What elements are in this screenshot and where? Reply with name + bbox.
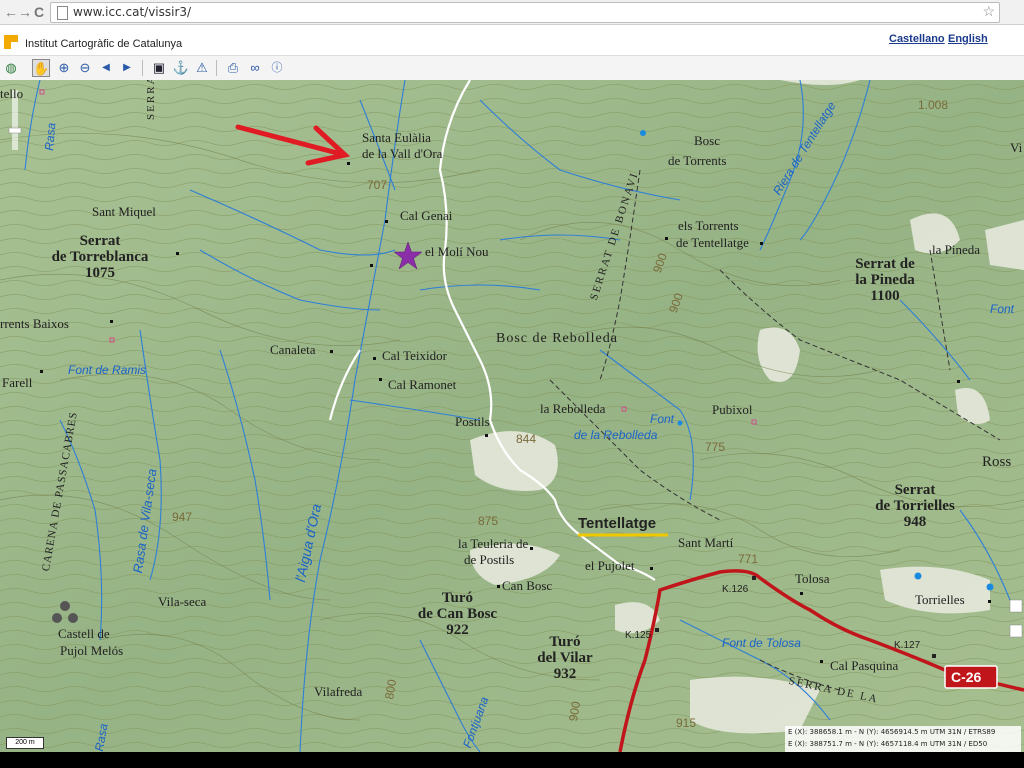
label-santa-eulalia-2: de la Vall d'Ora xyxy=(362,146,443,161)
label-farell: Farell xyxy=(2,375,33,390)
label-font-rebolleda-1: Font xyxy=(650,412,675,426)
coordinates-readout: E (X): 388658.1 m - N (Y): 4656914.5 m U… xyxy=(785,726,1021,752)
label-rasa-top: Rasa xyxy=(42,122,59,152)
label-tolosa: Tolosa xyxy=(795,571,830,586)
label-la-pineda: la Pineda xyxy=(932,242,981,257)
bookmark-star-icon[interactable]: ☆ xyxy=(982,3,995,20)
alt-947: 947 xyxy=(172,510,193,524)
label-turo-can-bosc: Turó de Can Bosc 922 xyxy=(417,590,498,638)
label-tello: tello xyxy=(0,86,24,101)
bottom-bar xyxy=(0,752,1024,768)
link-icon[interactable]: ∞ xyxy=(246,59,264,77)
alt-775: 775 xyxy=(705,440,726,454)
label-la-teuleria: la Teuleria de xyxy=(458,536,529,551)
help-icon[interactable]: ⓘ xyxy=(268,59,286,77)
arrow-right-icon[interactable]: ▶ xyxy=(118,59,136,77)
url-text: www.icc.cat/vissir3/ xyxy=(73,5,192,19)
address-bar[interactable]: www.icc.cat/vissir3/ ☆ xyxy=(50,2,1000,23)
alt-875: 875 xyxy=(478,514,499,528)
label-la-teuleria-2: de Postils xyxy=(464,552,515,567)
label-k125: K.125 xyxy=(625,630,652,641)
icc-logo xyxy=(4,35,18,49)
label-cal-teixidor: Cal Teixidor xyxy=(382,348,447,363)
print-icon[interactable]: ⎙ xyxy=(224,59,242,77)
lang-castellano-link[interactable]: Castellano xyxy=(889,33,945,45)
arrow-left-icon[interactable]: ◀ xyxy=(97,59,115,77)
label-bosc-torrents-2: de Torrents xyxy=(668,153,727,168)
label-tentellatge: Tentellatge xyxy=(578,515,657,532)
alt-707: 707 xyxy=(367,178,388,192)
coords-etrs89: E (X): 388658.1 m - N (Y): 4656914.5 m U… xyxy=(788,728,996,736)
label-el-pujolet: el Pujolet xyxy=(585,558,635,573)
alt-1008: 1.008 xyxy=(918,98,949,112)
label-turo-vilar: Turó del Vilar 932 xyxy=(537,634,593,682)
scale-bar: 200 m xyxy=(6,737,44,749)
label-vila-seca: Vila-seca xyxy=(158,594,207,609)
alt-915: 915 xyxy=(676,716,697,730)
globe-icon[interactable]: ◍ xyxy=(2,59,20,77)
label-vilafreda: Vilafreda xyxy=(314,684,363,699)
label-castell-pujol-2: Pujol Melós xyxy=(60,643,124,658)
zoom-out-icon[interactable]: ⊖ xyxy=(76,59,94,77)
label-font-ramis: Font de Ramis xyxy=(68,363,147,377)
map-view[interactable]: Santa Eulàlia de la Vall d'Ora Sant Miqu… xyxy=(0,80,1024,752)
label-castell-pujol: Castell de xyxy=(58,626,110,641)
label-els-torrents-2: de Tentellatge xyxy=(676,235,749,250)
label-vi: Vi xyxy=(1010,140,1023,155)
warning-icon[interactable]: ⚠ xyxy=(193,59,211,77)
map-graphics xyxy=(0,80,1024,752)
app-header: Institut Cartogràfic de Catalunya Castel… xyxy=(0,25,1024,55)
coords-ed50: E (X): 388751.7 m - N (Y): 4657118.4 m U… xyxy=(788,740,988,748)
label-bosc-rebolleda: Bosc de Rebolleda xyxy=(496,331,618,346)
label-sant-miquel: Sant Miquel xyxy=(92,204,156,219)
label-font-rebolleda-2: de la Rebolleda xyxy=(574,428,658,442)
save-icon[interactable]: ▣ xyxy=(150,59,168,77)
label-ross: Ross xyxy=(982,454,1012,470)
label-serrat-torrielles: Serrat de Torrielles 948 xyxy=(875,482,955,530)
label-postils: Postils xyxy=(455,414,490,429)
label-cal-pasquina: Cal Pasquina xyxy=(830,658,899,673)
label-bosc-torrents-1: Bosc xyxy=(694,133,720,148)
label-serrat-pineda: Serrat de la Pineda 1100 xyxy=(855,256,915,304)
hand-icon[interactable]: ✋ xyxy=(32,59,50,77)
browser-toolbar: ← → C www.icc.cat/vissir3/ ☆ xyxy=(0,0,1024,25)
label-cal-ramonet: Cal Ramonet xyxy=(388,377,457,392)
alt-771: 771 xyxy=(738,552,759,566)
label-k127: K.127 xyxy=(894,640,921,651)
label-torrents-baixos: rrents Baixos xyxy=(0,316,69,331)
page-icon xyxy=(57,6,68,20)
label-pubixol: Pubixol xyxy=(712,402,753,417)
alt-844: 844 xyxy=(516,432,537,446)
label-sant-marti: Sant Martí xyxy=(678,535,734,550)
anchor-icon[interactable]: ⚓ xyxy=(172,59,190,77)
label-k126: K.126 xyxy=(722,584,749,595)
label-serra-left: SERRA xyxy=(145,80,157,120)
zoom-in-icon[interactable]: ⊕ xyxy=(55,59,73,77)
label-canaleta: Canaleta xyxy=(270,342,316,357)
label-font-right: Font xyxy=(990,302,1015,316)
label-serrat-torreblanca: Serrat de Torreblanca 1075 xyxy=(51,233,149,281)
label-els-torrents: els Torrents xyxy=(678,218,739,233)
label-torrielles: Torrielles xyxy=(915,592,965,607)
road-badge-c26: C-26 xyxy=(951,669,982,685)
label-font-tolosa: Font de Tolosa xyxy=(722,636,801,650)
label-la-rebolleda: la Rebolleda xyxy=(540,401,606,416)
label-el-moli-nou: el Molí Nou xyxy=(425,244,489,259)
map-toolbar: ◍ ✋ ⊕ ⊖ ◀ ▶ ▣ ⚓ ⚠ ⎙ ∞ ⓘ xyxy=(0,55,1024,81)
label-santa-eulalia: Santa Eulàlia xyxy=(362,130,431,145)
reload-button[interactable]: C xyxy=(30,3,48,21)
lang-english-link[interactable]: English xyxy=(948,33,988,45)
label-cal-genai: Cal Genai xyxy=(400,208,453,223)
app-title: Institut Cartogràfic de Catalunya xyxy=(25,38,183,50)
